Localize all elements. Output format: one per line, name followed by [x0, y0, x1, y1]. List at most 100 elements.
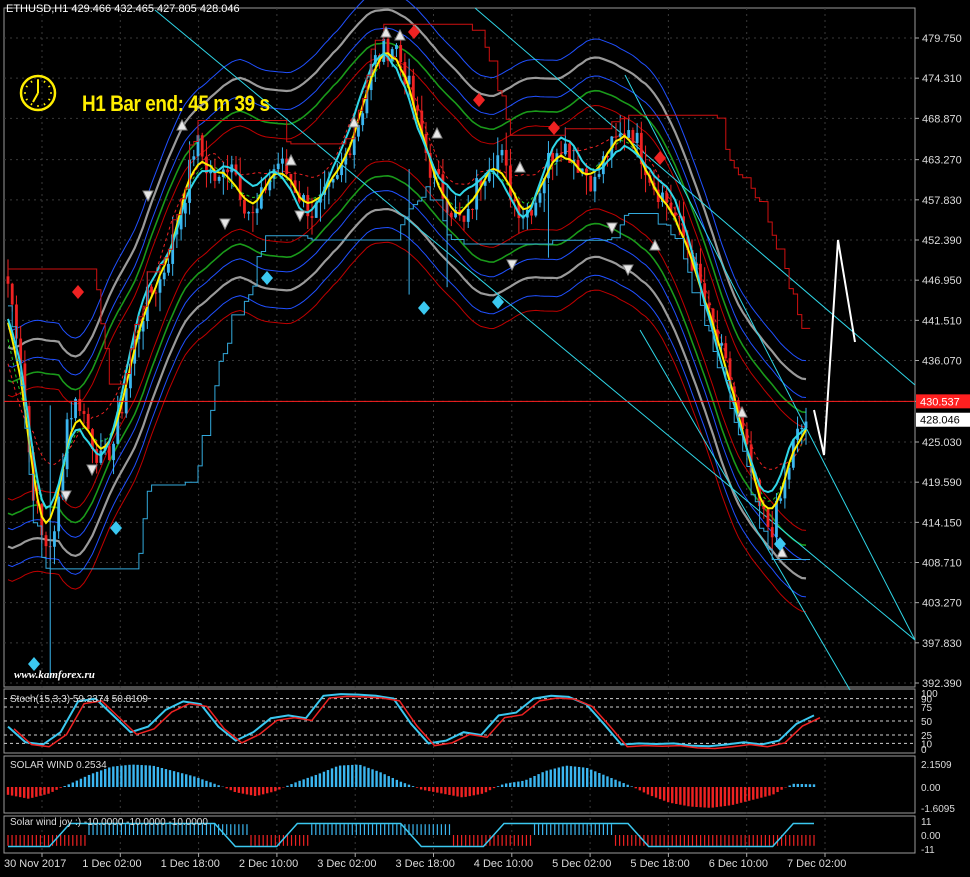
candle-body [276, 163, 280, 170]
candle-body [217, 176, 221, 181]
candle-body [593, 176, 597, 192]
candle-body [162, 272, 166, 280]
price-tick-label: 452.390 [922, 235, 962, 247]
price-tick-label: 397.830 [922, 638, 962, 650]
time-tick-label: 3 Dec 02:00 [317, 858, 376, 870]
price-tick-label: 457.830 [922, 195, 962, 207]
indicator-subwindows: 100907550251002.15090.00-1.6095110.00-11 [4, 689, 955, 856]
envelope-band [7, 207, 807, 580]
price-tick-label: 425.030 [922, 437, 962, 449]
price-tick-label: 414.150 [922, 517, 962, 529]
clock-tick [48, 85, 51, 88]
candle-body [150, 286, 153, 293]
blue-diamond-marker [492, 295, 504, 309]
candle-body [86, 413, 90, 430]
time-axis: 30 Nov 2017 1 Dec 02:00 1 Dec 18:00 2 Dec 1… [4, 853, 846, 870]
candle-body [500, 149, 504, 156]
fractal-down-marker [86, 464, 98, 477]
stoch-level-label: 50 [921, 717, 933, 728]
envelope-band [7, 160, 807, 531]
candle-body [804, 421, 808, 428]
trend-line [639, 329, 851, 691]
candle-body [766, 509, 770, 528]
candle-body [382, 38, 386, 62]
price-tick-label: 419.590 [922, 477, 962, 489]
candle-body [158, 279, 162, 293]
candle-body [112, 443, 115, 461]
fractal-down-marker [219, 218, 231, 231]
solar-wind-joy-level-label: 11 [921, 817, 932, 828]
fractal-up-marker [514, 160, 526, 173]
candle-body [800, 427, 804, 429]
candle-body [226, 169, 229, 173]
time-tick-label: 4 Dec 10:00 [474, 858, 533, 870]
candle-body [538, 193, 542, 203]
symbol-header: ETHUSD,H1 429.466 432.465 427.805 428.04… [6, 3, 240, 15]
candle-body [631, 130, 635, 144]
time-tick-label: 1 Dec 02:00 [82, 858, 141, 870]
candle-body [78, 398, 82, 412]
blue-diamond-marker [418, 301, 430, 315]
solar-wind-joy-level-label: 0.00 [921, 831, 941, 842]
candle-body [348, 153, 352, 155]
candlesticks [6, 36, 808, 679]
candle-body [449, 212, 453, 218]
forecast-zigzag [813, 239, 856, 456]
candle-body [589, 175, 593, 192]
clock-tick [30, 80, 33, 83]
price-tick-label: 408.710 [922, 558, 962, 570]
time-tick-label: 7 Dec 02:00 [787, 858, 846, 870]
candle-body [563, 143, 567, 155]
red-diamond-marker [408, 25, 420, 39]
price-tick-label: 474.310 [922, 73, 962, 85]
candle-body [99, 450, 103, 463]
candle-body [247, 212, 251, 214]
mt4-chart[interactable]: 479.750 474.310 468.870 463.270 457.830 452.3… [0, 0, 970, 877]
candle-body [238, 174, 242, 200]
solar-wind-level-label: -1.6095 [921, 804, 955, 815]
clock-hand [32, 92, 39, 103]
candle-body [281, 158, 284, 164]
candle-body [335, 175, 339, 179]
candle-body [154, 292, 158, 294]
clock-tick [25, 85, 28, 88]
price-tick-label: 468.870 [922, 113, 962, 125]
bar-timer-label: H1 Bar end: 45 m 39 s [82, 91, 270, 116]
time-tick-label: 2 Dec 10:00 [239, 858, 298, 870]
candle-body [44, 535, 48, 547]
watermark: www.kamforex.ru [14, 669, 95, 681]
candle-body [416, 105, 419, 111]
candle-body [627, 130, 631, 138]
candle-body [82, 411, 86, 414]
price-tick-label: 403.270 [922, 598, 962, 610]
candle-body [462, 215, 466, 222]
candle-body [390, 49, 394, 61]
candle-body [57, 496, 61, 532]
candle-body [775, 500, 778, 538]
candle-body [471, 208, 474, 210]
stoch-level-label: 75 [921, 703, 933, 714]
candle-body [724, 343, 728, 359]
solar-wind-level-label: 2.1509 [921, 760, 952, 771]
candle-body [10, 283, 14, 305]
yellow-smoothed-line [7, 52, 807, 525]
time-tick-label: 1 Dec 18:00 [161, 858, 220, 870]
clock-icon [19, 74, 57, 112]
ask-price-label: 430.537 [920, 396, 960, 408]
candle-body [399, 45, 403, 63]
candle-body [635, 132, 639, 144]
time-tick-label: 6 Dec 10:00 [709, 858, 768, 870]
candle-body [618, 133, 622, 137]
candle-body [361, 113, 365, 126]
clock-tick [25, 98, 28, 101]
time-tick-label: 5 Dec 02:00 [552, 858, 611, 870]
red-diamond-marker [548, 121, 560, 135]
price-tick-label: 446.950 [922, 275, 962, 287]
candle-body [513, 199, 517, 202]
candle-body [53, 531, 56, 547]
clock-tick [48, 98, 51, 101]
candle-body [720, 343, 723, 346]
blue-diamond-marker [261, 271, 273, 285]
candle-body [559, 153, 563, 155]
candle-body [69, 418, 73, 420]
